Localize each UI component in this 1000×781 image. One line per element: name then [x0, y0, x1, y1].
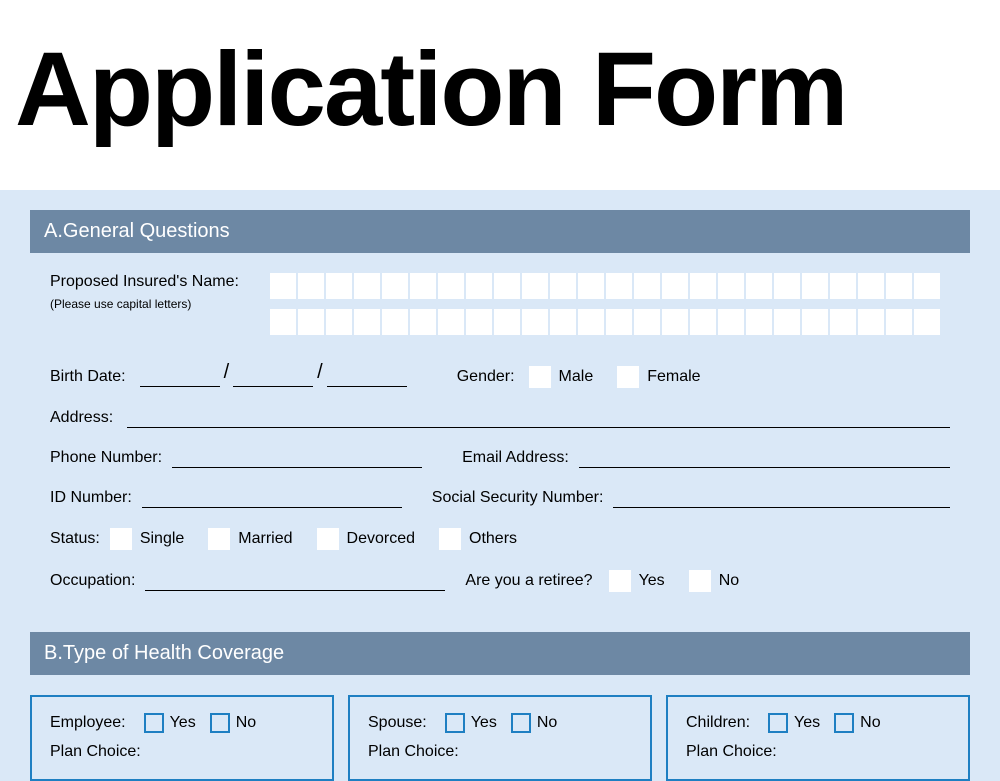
phone-label: Phone Number: [50, 449, 162, 467]
section-a-header: A.General Questions [30, 210, 970, 253]
ssn-label: Social Security Number: [432, 489, 604, 507]
status-married-label: Married [238, 530, 292, 548]
children-yes-label: Yes [794, 714, 820, 732]
coverage-employee-box: Employee: Yes No Plan Choice: [30, 695, 334, 781]
page-title: Application Form [0, 0, 1000, 190]
children-label: Children: [686, 714, 750, 732]
status-single-label: Single [140, 530, 184, 548]
coverage-boxes: Employee: Yes No Plan Choice: Spouse: Ye… [30, 695, 970, 781]
name-label: Proposed Insured's Name: [50, 273, 270, 291]
employee-label: Employee: [50, 714, 126, 732]
gender-male-label: Male [559, 368, 594, 386]
name-row: Proposed Insured's Name: (Please use cap… [50, 273, 950, 335]
birth-date-label: Birth Date: [50, 368, 126, 386]
occupation-field[interactable] [145, 571, 445, 591]
coverage-children-box: Children: Yes No Plan Choice: [666, 695, 970, 781]
phone-field[interactable] [172, 448, 422, 468]
address-row: Address: [50, 408, 950, 428]
gender-female-checkbox[interactable] [617, 366, 639, 388]
children-yes-checkbox[interactable] [768, 713, 788, 733]
date-slash-2: / [313, 361, 327, 384]
employee-no-checkbox[interactable] [210, 713, 230, 733]
section-b-header: B.Type of Health Coverage [30, 632, 970, 675]
birth-date-field-1[interactable] [140, 367, 220, 387]
gender-female-label: Female [647, 368, 700, 386]
date-slash-1: / [220, 361, 234, 384]
status-label: Status: [50, 530, 100, 548]
address-field[interactable] [127, 408, 950, 428]
status-single-checkbox[interactable] [110, 528, 132, 550]
birth-date-field-3[interactable] [327, 367, 407, 387]
gender-label: Gender: [457, 368, 515, 386]
occupation-label: Occupation: [50, 572, 135, 590]
form-area: A.General Questions Proposed Insured's N… [0, 190, 1000, 781]
name-boxes-line1[interactable] [270, 273, 950, 299]
spouse-yes-checkbox[interactable] [445, 713, 465, 733]
status-others-checkbox[interactable] [439, 528, 461, 550]
children-no-label: No [860, 714, 880, 732]
birth-date-field-2[interactable] [233, 367, 313, 387]
id-label: ID Number: [50, 489, 132, 507]
status-divorced-checkbox[interactable] [317, 528, 339, 550]
status-divorced-label: Devorced [347, 530, 415, 548]
retiree-label: Are you a retiree? [465, 572, 592, 590]
email-label: Email Address: [462, 449, 569, 467]
retiree-no-checkbox[interactable] [689, 570, 711, 592]
spouse-yes-label: Yes [471, 714, 497, 732]
address-label: Address: [50, 409, 113, 427]
status-married-checkbox[interactable] [208, 528, 230, 550]
ssn-field[interactable] [613, 488, 950, 508]
employee-yes-checkbox[interactable] [144, 713, 164, 733]
status-others-label: Others [469, 530, 517, 548]
gender-male-checkbox[interactable] [529, 366, 551, 388]
children-no-checkbox[interactable] [834, 713, 854, 733]
spouse-no-checkbox[interactable] [511, 713, 531, 733]
phone-email-row: Phone Number: Email Address: [50, 448, 950, 468]
employee-plan-label: Plan Choice: [50, 743, 141, 761]
id-ssn-row: ID Number: Social Security Number: [50, 488, 950, 508]
employee-no-label: No [236, 714, 256, 732]
children-plan-label: Plan Choice: [686, 743, 777, 761]
birth-gender-row: Birth Date: / / Gender: Male Female [50, 365, 950, 388]
name-hint: (Please use capital letters) [50, 297, 270, 311]
status-row: Status: Single Married Devorced Others [50, 528, 950, 550]
spouse-label: Spouse: [368, 714, 427, 732]
name-boxes-line2[interactable] [270, 309, 950, 335]
retiree-yes-label: Yes [639, 572, 665, 590]
coverage-spouse-box: Spouse: Yes No Plan Choice: [348, 695, 652, 781]
retiree-no-label: No [719, 572, 739, 590]
spouse-plan-label: Plan Choice: [368, 743, 459, 761]
spouse-no-label: No [537, 714, 557, 732]
id-field[interactable] [142, 488, 402, 508]
occupation-retiree-row: Occupation: Are you a retiree? Yes No [50, 570, 950, 592]
retiree-yes-checkbox[interactable] [609, 570, 631, 592]
employee-yes-label: Yes [170, 714, 196, 732]
section-a-body: Proposed Insured's Name: (Please use cap… [30, 273, 970, 632]
email-field[interactable] [579, 448, 950, 468]
